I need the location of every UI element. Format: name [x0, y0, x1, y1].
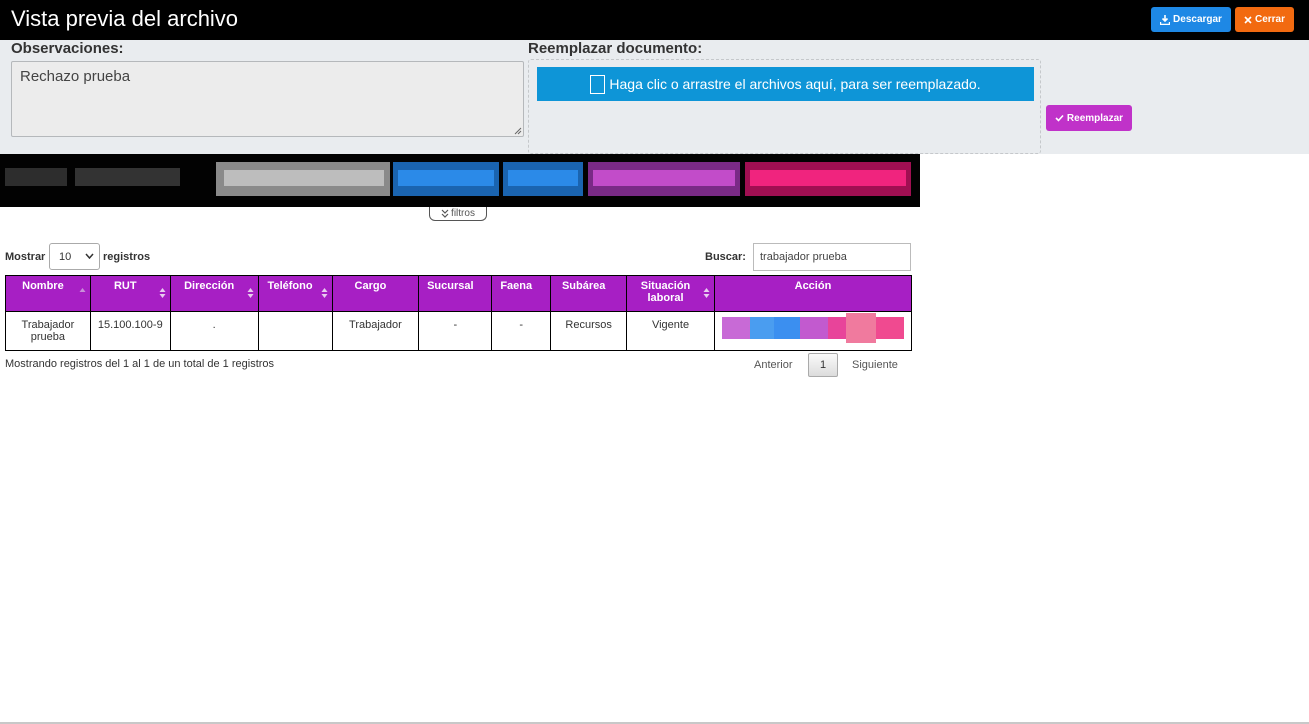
search-input[interactable] [753, 243, 911, 271]
observations-label: Observaciones: [11, 40, 124, 57]
download-label: Descargar [1173, 14, 1222, 25]
column-label: Acción [794, 280, 832, 292]
sort-icon [321, 288, 328, 298]
action-buttons-redacted[interactable] [721, 313, 904, 343]
cell-cargo: Trabajador [331, 311, 420, 351]
redacted-block [773, 317, 800, 339]
pagination-previous[interactable]: Anterior [754, 359, 793, 371]
page-length-select[interactable]: 10 [49, 243, 100, 270]
file-dropzone[interactable]: Haga clic o arrastre el archivos aquí, p… [528, 59, 1041, 154]
column-header-situacion[interactable]: Situación laboral [626, 275, 715, 312]
column-label: Sucursal [427, 280, 474, 292]
search-label: Buscar: [705, 251, 746, 263]
close-icon [1244, 15, 1252, 24]
chevron-down-icon [85, 253, 94, 259]
column-label: Cargo [354, 280, 387, 292]
cell-rut: 15.100.100-9 [89, 311, 171, 351]
cell-direccion: . [169, 311, 259, 351]
redacted-block [508, 170, 578, 186]
cell-telefono [257, 311, 333, 351]
table-header-row: Nombre RUT Dirección Teléfono Cargo Sucu… [5, 275, 913, 312]
page-title: Vista previa del archivo [11, 6, 239, 31]
column-header-direccion[interactable]: Dirección [169, 275, 259, 312]
redacted-block [750, 170, 906, 186]
table-row: Trabajador prueba 15.100.100-9 . Trabaja… [5, 311, 913, 351]
redacted-block [749, 317, 774, 339]
records-label: registros [103, 251, 151, 263]
column-label: Subárea [561, 280, 606, 292]
column-label: Teléfono [267, 280, 313, 292]
dropzone-text: Haga clic o arrastre el archivos aquí, p… [609, 76, 981, 92]
redacted-block [224, 170, 384, 186]
redacted-block [593, 170, 735, 186]
column-label: Nombre [22, 280, 64, 292]
show-label: Mostrar [5, 251, 46, 263]
cell-nombre: Trabajador prueba [5, 311, 91, 351]
workers-table: Nombre RUT Dirección Teléfono Cargo Sucu… [5, 275, 913, 351]
form-area: Observaciones: Rechazo prueba Reemplazar… [0, 40, 1309, 154]
redacted-block [845, 313, 876, 343]
sort-icon [703, 288, 710, 298]
column-header-rut[interactable]: RUT [89, 275, 171, 312]
pagination-next[interactable]: Siguiente [852, 359, 898, 371]
column-header-accion: Acción [713, 275, 913, 312]
replace-label: Reemplazar [1066, 112, 1124, 124]
column-label: Situación laboral [640, 280, 691, 304]
table-info: Mostrando registros del 1 al 1 de un tot… [5, 358, 275, 370]
close-button[interactable]: Cerrar [1235, 7, 1294, 32]
redacted-block [75, 168, 180, 186]
resize-grip-icon[interactable] [514, 127, 522, 135]
column-header-faena: Faena [491, 275, 552, 312]
column-label: Dirección [184, 280, 235, 292]
observations-textarea[interactable]: Rechazo prueba [11, 61, 524, 137]
sort-icon [159, 288, 166, 298]
column-header-nombre[interactable]: Nombre [5, 275, 91, 312]
column-header-sucursal: Sucursal [418, 275, 493, 312]
close-label: Cerrar [1254, 14, 1286, 25]
check-icon [1055, 114, 1064, 122]
redacted-block [875, 317, 904, 339]
column-header-subarea: Subárea [550, 275, 628, 312]
cell-situacion: Vigente [626, 311, 715, 351]
redacted-block [398, 170, 494, 186]
redacted-block [5, 168, 67, 186]
page-length-value: 10 [59, 250, 72, 263]
download-icon [1160, 14, 1171, 25]
replace-document-label: Reemplazar documento: [528, 40, 703, 57]
cell-sucursal: - [418, 311, 493, 351]
chevrons-down-icon [441, 209, 449, 218]
redacted-block [799, 317, 828, 339]
column-header-cargo: Cargo [331, 275, 420, 312]
download-button[interactable]: Descargar [1151, 7, 1231, 32]
filters-label: filtros [451, 208, 475, 219]
sort-asc-icon [79, 288, 86, 292]
replace-button[interactable]: Reemplazar [1046, 105, 1132, 131]
cell-accion [713, 311, 913, 351]
column-header-telefono[interactable]: Teléfono [257, 275, 333, 312]
redacted-block [721, 317, 750, 339]
dropzone-prompt[interactable]: Haga clic o arrastre el archivos aquí, p… [537, 67, 1034, 101]
column-label: Faena [500, 280, 533, 292]
cell-subarea: Recursos [550, 311, 628, 351]
column-label: RUT [113, 280, 137, 292]
sort-icon [247, 288, 254, 298]
file-icon [590, 74, 606, 94]
top-bar: Vista previa del archivo Descargar Cerra… [0, 0, 1309, 40]
pagination-page-1[interactable]: 1 [808, 353, 838, 377]
cell-faena: - [491, 311, 552, 351]
filters-toggle[interactable]: filtros [429, 207, 487, 221]
document-preview-redacted [0, 154, 920, 207]
